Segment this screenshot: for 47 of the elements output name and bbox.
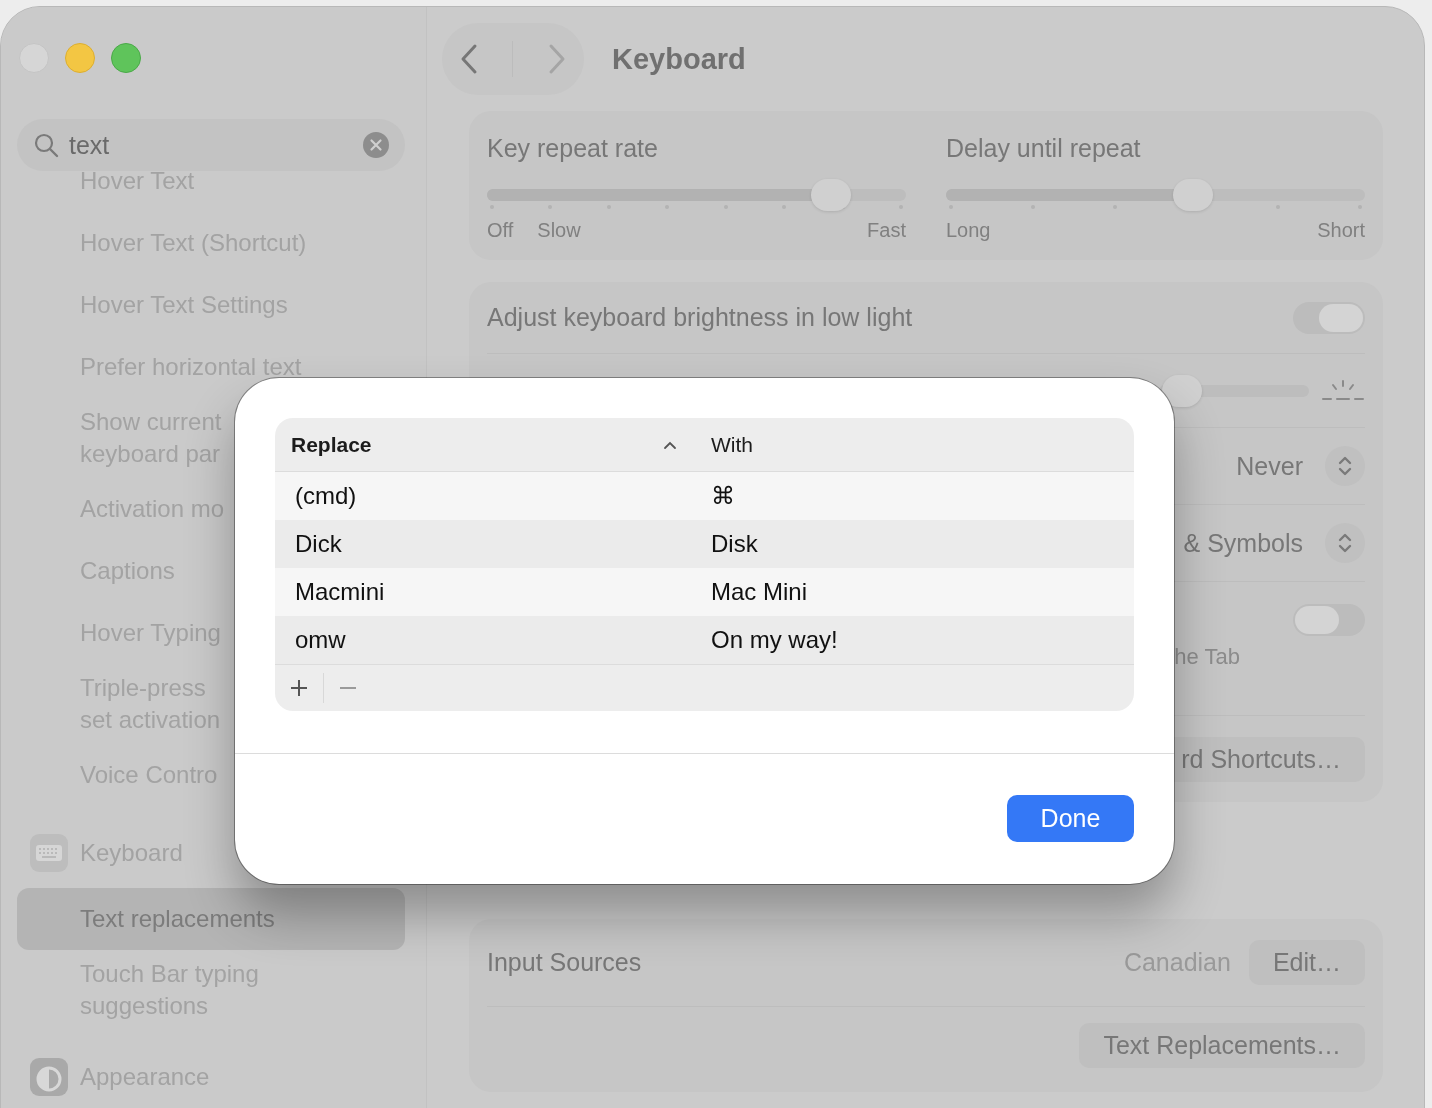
sidebar-item[interactable]: Text replacements	[17, 888, 405, 950]
add-icon[interactable]	[289, 678, 309, 698]
setting-label: Input Sources	[487, 948, 643, 977]
slider-label: Delay until repeat	[946, 133, 1142, 164]
table-cell: On my way!	[711, 626, 838, 654]
setting-label: Adjust keyboard brightness in low light	[487, 303, 914, 332]
table-cell: Mac Mini	[711, 578, 807, 606]
table-cell-text: omw	[294, 626, 347, 654]
search-icon	[33, 132, 59, 158]
slider-thumb[interactable]	[1173, 179, 1214, 211]
window-title: Keyboard	[612, 42, 746, 76]
popup-value: Never	[1236, 451, 1303, 481]
slider-caption: Off	[487, 219, 514, 242]
column-header[interactable]: Replace	[275, 432, 711, 457]
slider-caption: Short	[1317, 219, 1365, 242]
search-text: text	[69, 130, 111, 160]
toggle-switch[interactable]	[1293, 301, 1365, 334]
table-cell-text: Dick	[294, 530, 343, 558]
table-cell-text: (cmd)	[294, 482, 358, 510]
slider-caption: Fast	[867, 219, 906, 242]
slider-thumb[interactable]	[1161, 374, 1202, 407]
search-field[interactable]: text	[17, 119, 405, 171]
popup-button[interactable]	[1325, 523, 1365, 563]
table-cell: ⌘	[711, 482, 735, 510]
table-cell-text: Macmini	[294, 578, 386, 606]
appearance-icon	[29, 1057, 69, 1097]
clear-icon[interactable]	[363, 132, 389, 158]
edit-button[interactable]: Edit…	[1248, 940, 1365, 985]
slider-caption: Slow	[537, 219, 581, 242]
slider-track[interactable]	[487, 179, 906, 211]
slider-track[interactable]	[946, 179, 1365, 211]
minimize-button[interactable]	[65, 43, 95, 73]
slider-label: Key repeat rate	[487, 133, 659, 164]
table-cell: Disk	[711, 530, 758, 558]
popup-value: & Symbols	[1183, 528, 1303, 558]
popup-button[interactable]	[1325, 446, 1365, 486]
sort-icon	[663, 439, 677, 450]
slider-caption: Long	[946, 219, 991, 242]
slider-track[interactable]	[1159, 374, 1309, 407]
brightness-icon	[1321, 378, 1365, 403]
slider-thumb[interactable]	[810, 179, 851, 211]
zoom-button[interactable]	[111, 43, 141, 73]
keyboard-icon	[29, 833, 69, 873]
done-button[interactable]: Done	[1007, 795, 1134, 842]
column-header[interactable]: With	[711, 432, 753, 457]
toggle-switch[interactable]	[1293, 604, 1365, 636]
text-replacements-button[interactable]: Text Replacements…	[1079, 1023, 1365, 1068]
